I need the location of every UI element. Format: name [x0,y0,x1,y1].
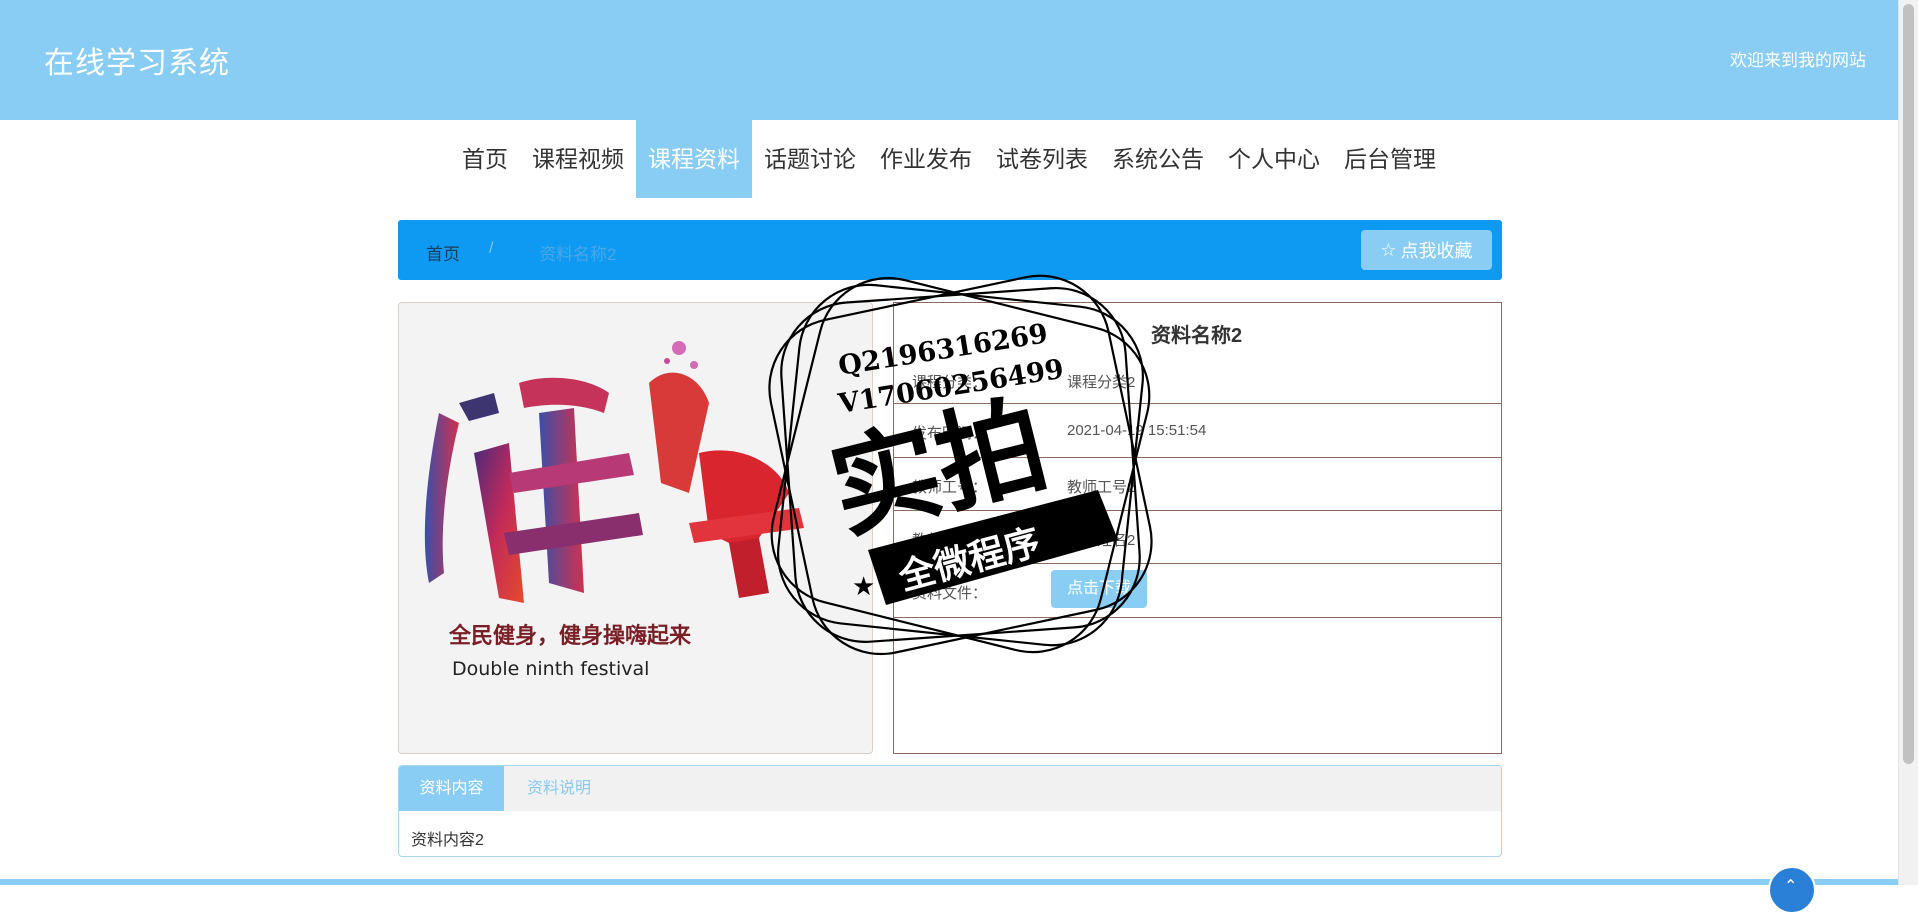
file-label: 资料文件： [912,585,988,602]
nav-item-course-material[interactable]: 课程资料 [636,120,752,198]
star-icon: ☆ [1380,239,1397,260]
breadcrumb-current: 资料名称2 [539,245,617,264]
publish-time-value: 2021-04-19 15:51:54 [1067,422,1207,439]
back-to-top-icon: ⌃ [1784,878,1798,895]
category-value: 课程分类2 [1067,374,1136,391]
teacher-name-label: 教师姓名： [912,532,988,549]
material-tabs-panel: 资料内容 资料说明 资料内容2 [398,765,1502,857]
detail-row-teacher-name: 教师姓名： 教师姓名2 [894,511,1501,564]
breadcrumb-separator: / [489,240,494,257]
nav-item-announcement[interactable]: 系统公告 [1100,120,1216,198]
detail-row-file: 资料文件： 点击下载 [894,564,1501,618]
nav-item-exam-list[interactable]: 试卷列表 [984,120,1100,198]
main-nav: 首页 课程视频 课程资料 话题讨论 作业发布 试卷列表 系统公告 个人中心 后台… [0,120,1898,198]
teacher-id-label: 教师工号： [912,479,988,496]
teacher-id-value: 教师工号2 [1067,479,1136,496]
nav-item-course-video[interactable]: 课程视频 [520,120,636,198]
download-button[interactable]: 点击下载 [1051,570,1147,608]
footer-bar [0,879,1898,885]
nav-item-topic-discussion[interactable]: 话题讨论 [752,120,868,198]
nav-item-admin[interactable]: 后台管理 [1332,120,1448,198]
top-header: 在线学习系统 欢迎来到我的网站 [0,0,1898,120]
tab-material-description[interactable]: 资料说明 [504,766,614,811]
poster-headline: 全民健身，健身操嗨起来 [448,623,692,649]
back-to-top-button[interactable]: ⌃ [1768,866,1816,914]
material-cover-image: 全民健身，健身操嗨起来 Double ninth festival [398,302,873,754]
site-title[interactable]: 在线学习系统 [44,38,230,82]
poster-artwork: 全民健身，健身操嗨起来 Double ninth festival [399,303,872,753]
poster-subline: Double ninth festival [452,658,649,680]
nav-item-home[interactable]: 首页 [450,120,520,198]
nav-item-homework[interactable]: 作业发布 [868,120,984,198]
favorite-button[interactable]: ☆ 点我收藏 [1361,230,1492,270]
breadcrumb: 首页 / 资料名称2 ☆ 点我收藏 [398,220,1502,280]
nav-item-personal-center[interactable]: 个人中心 [1216,120,1332,198]
material-title: 资料名称2 [1151,325,1243,347]
tab-material-content[interactable]: 资料内容 [399,766,504,811]
detail-row-teacher-id: 教师工号： 教师工号2 [894,458,1501,511]
breadcrumb-home-link[interactable]: 首页 [426,240,460,265]
category-label: 课程分类： [912,374,988,391]
welcome-text: 欢迎来到我的网站 [1730,51,1866,70]
detail-row-title: 资料名称2 课程分类： 课程分类2 [894,303,1501,404]
tabs-header: 资料内容 资料说明 [399,766,1501,811]
favorite-button-label: 点我收藏 [1400,241,1473,261]
tab-content-text: 资料内容2 [411,832,484,849]
scrollbar-thumb[interactable] [1903,4,1914,764]
teacher-name-value: 教师姓名2 [1067,532,1136,549]
detail-row-publish-time: 发布时间： 2021-04-19 15:51:54 [894,404,1501,458]
page-scrollbar[interactable] [1898,0,1918,885]
material-detail-table: 资料名称2 课程分类： 课程分类2 发布时间： 2021-04-19 15:51… [893,302,1502,754]
publish-time-label: 发布时间： [912,425,988,442]
